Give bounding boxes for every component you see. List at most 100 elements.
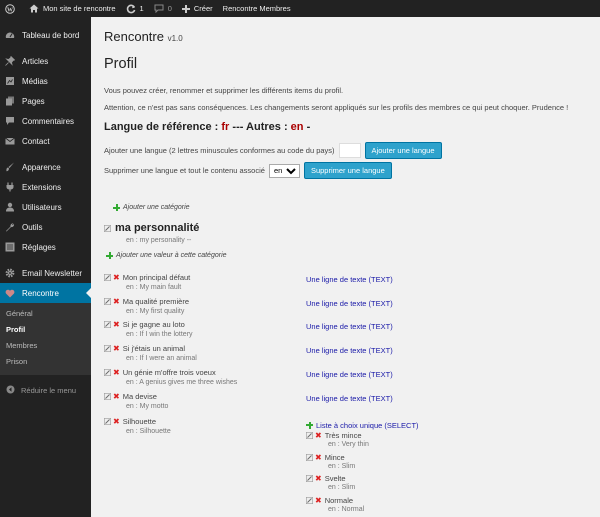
edit-icon[interactable] xyxy=(306,496,313,504)
add-language-button[interactable]: Ajouter une langue xyxy=(364,142,442,159)
delete-icon[interactable]: ✖ xyxy=(315,432,322,440)
menu-label: Extensions xyxy=(22,182,62,192)
menu-extensions[interactable]: Extensions xyxy=(0,177,91,197)
item-label: Ma qualité première xyxy=(122,297,189,306)
option-label: Très mince xyxy=(324,431,362,440)
menu-appearance[interactable]: Apparence xyxy=(0,157,91,177)
item-type: Une ligne de texte (TEXT) xyxy=(306,275,393,284)
delete-icon[interactable]: ✖ xyxy=(113,393,120,401)
edit-icon[interactable] xyxy=(104,321,111,328)
select-options-block: Liste à choix unique (SELECT) ✖ Très minc… xyxy=(306,420,506,516)
edit-icon[interactable] xyxy=(104,393,111,400)
category-title: ma personnalité xyxy=(115,222,200,234)
item-translation: en : Silhouette xyxy=(126,428,171,435)
rencontre-members-link[interactable]: Rencontre Membres xyxy=(218,0,296,17)
item-label: Si je gagne au loto xyxy=(122,320,185,329)
option-translation: en : Very thin xyxy=(328,441,369,448)
menu-comments[interactable]: Commentaires xyxy=(0,111,91,131)
del-lang-label: Supprimer une langue et tout le contenu … xyxy=(104,166,265,175)
admin-bar: W Mon site de rencontre 1 0 Créer Rencon… xyxy=(0,0,600,17)
language-reference: Langue de référence : fr --- Autres : en… xyxy=(104,121,310,133)
collapse-icon xyxy=(6,385,15,396)
delete-icon[interactable]: ✖ xyxy=(315,453,322,461)
delete-icon[interactable]: ✖ xyxy=(113,369,120,377)
new-content-link[interactable]: Créer xyxy=(177,0,218,17)
plus-icon xyxy=(181,4,190,13)
plugin-title: Rencontre v1.0 xyxy=(104,29,183,44)
edit-icon[interactable] xyxy=(104,418,111,425)
edit-icon[interactable] xyxy=(306,432,313,439)
users-icon xyxy=(4,201,16,213)
menu-rencontre[interactable]: Rencontre xyxy=(0,283,91,303)
menu-tools[interactable]: Outils xyxy=(0,217,91,237)
submenu-profil[interactable]: Profil xyxy=(0,322,91,338)
del-lang-select[interactable]: en xyxy=(268,163,300,178)
item-translation: en : If I win the lottery xyxy=(126,331,193,338)
home-icon xyxy=(29,4,39,13)
option-translation: en : Normal xyxy=(328,505,365,513)
delete-icon[interactable]: ✖ xyxy=(315,496,322,504)
edit-icon[interactable] xyxy=(104,224,111,232)
main-content: Rencontre v1.0 Profil Vous pouvez créer,… xyxy=(91,17,600,517)
submenu-general[interactable]: Général xyxy=(0,306,91,322)
submenu-prison[interactable]: Prison xyxy=(0,354,91,370)
option-translation: en : Slim xyxy=(328,462,356,470)
lang-ref-code: fr xyxy=(221,121,230,133)
category-header: ma personnalité xyxy=(104,222,199,234)
edit-icon[interactable] xyxy=(306,453,313,461)
edit-icon[interactable] xyxy=(104,274,111,281)
pin-icon xyxy=(4,55,16,67)
delete-icon[interactable]: ✖ xyxy=(113,345,120,353)
menu-email-newsletter[interactable]: Email Newsletter xyxy=(0,263,91,283)
menu-users[interactable]: Utilisateurs xyxy=(0,197,91,217)
menu-contact[interactable]: Contact xyxy=(0,131,91,151)
rencontre-submenu: Général Profil Membres Prison xyxy=(0,303,91,375)
add-lang-input[interactable] xyxy=(338,143,361,158)
menu-settings[interactable]: Réglages xyxy=(0,237,91,257)
delete-icon[interactable]: ✖ xyxy=(113,418,120,426)
menu-pages[interactable]: Pages xyxy=(0,91,91,111)
plugin-icon xyxy=(4,181,16,193)
svg-text:W: W xyxy=(7,7,13,13)
menu-articles[interactable]: Articles xyxy=(0,51,91,71)
menu-label: Utilisateurs xyxy=(22,202,62,212)
menu-medias[interactable]: Médias xyxy=(0,71,91,91)
select-option: ✖ Très mince en : Very thin xyxy=(306,430,506,452)
delete-icon[interactable]: ✖ xyxy=(315,475,322,483)
plus-icon xyxy=(113,204,120,211)
members-label: Rencontre Membres xyxy=(222,4,291,13)
comments-link[interactable]: 0 xyxy=(149,0,177,17)
edit-icon[interactable] xyxy=(104,298,111,305)
media-icon xyxy=(4,75,16,87)
delete-language-button[interactable]: Supprimer une langue xyxy=(303,162,392,179)
site-name-link[interactable]: Mon site de rencontre xyxy=(24,0,121,17)
menu-label: Articles xyxy=(22,56,49,66)
site-name: Mon site de rencontre xyxy=(43,4,116,13)
delete-icon[interactable]: ✖ xyxy=(113,298,120,306)
add-category-link[interactable]: Ajouter une catégorie xyxy=(113,204,190,211)
item-translation: en : My first quality xyxy=(126,308,185,315)
delete-icon[interactable]: ✖ xyxy=(113,321,120,329)
updates-link[interactable]: 1 xyxy=(121,0,149,17)
edit-icon[interactable] xyxy=(306,475,313,482)
refresh-icon xyxy=(126,4,135,13)
edit-icon[interactable] xyxy=(104,369,111,376)
item-translation: en : A genius gives me three wishes xyxy=(126,379,238,386)
wordpress-logo-icon[interactable]: W xyxy=(0,0,24,17)
profile-item: ✖ Un génie m'offre trois voeux en : A gen… xyxy=(104,368,584,392)
menu-label: Réglages xyxy=(22,242,56,252)
add-value-link[interactable]: Ajouter une valeur à cette catégorie xyxy=(106,252,227,259)
delete-icon[interactable]: ✖ xyxy=(113,274,120,282)
edit-icon[interactable] xyxy=(104,345,111,352)
item-type: Une ligne de texte (TEXT) xyxy=(306,370,393,379)
add-language-row: Ajouter une langue (2 lettres minuscules… xyxy=(104,142,442,159)
option-label: Mince xyxy=(324,452,345,462)
menu-dashboard[interactable]: Tableau de bord xyxy=(0,25,91,45)
comments-icon xyxy=(4,115,16,127)
submenu-membres[interactable]: Membres xyxy=(0,338,91,354)
collapse-menu-button[interactable]: Réduire le menu xyxy=(0,379,91,401)
add-select-option-link[interactable]: Liste à choix unique (SELECT) xyxy=(306,420,506,430)
item-label: Ma devise xyxy=(122,392,157,401)
page-title: Profil xyxy=(104,56,138,72)
select-option: ✖ Mince en : Slim xyxy=(306,452,506,474)
